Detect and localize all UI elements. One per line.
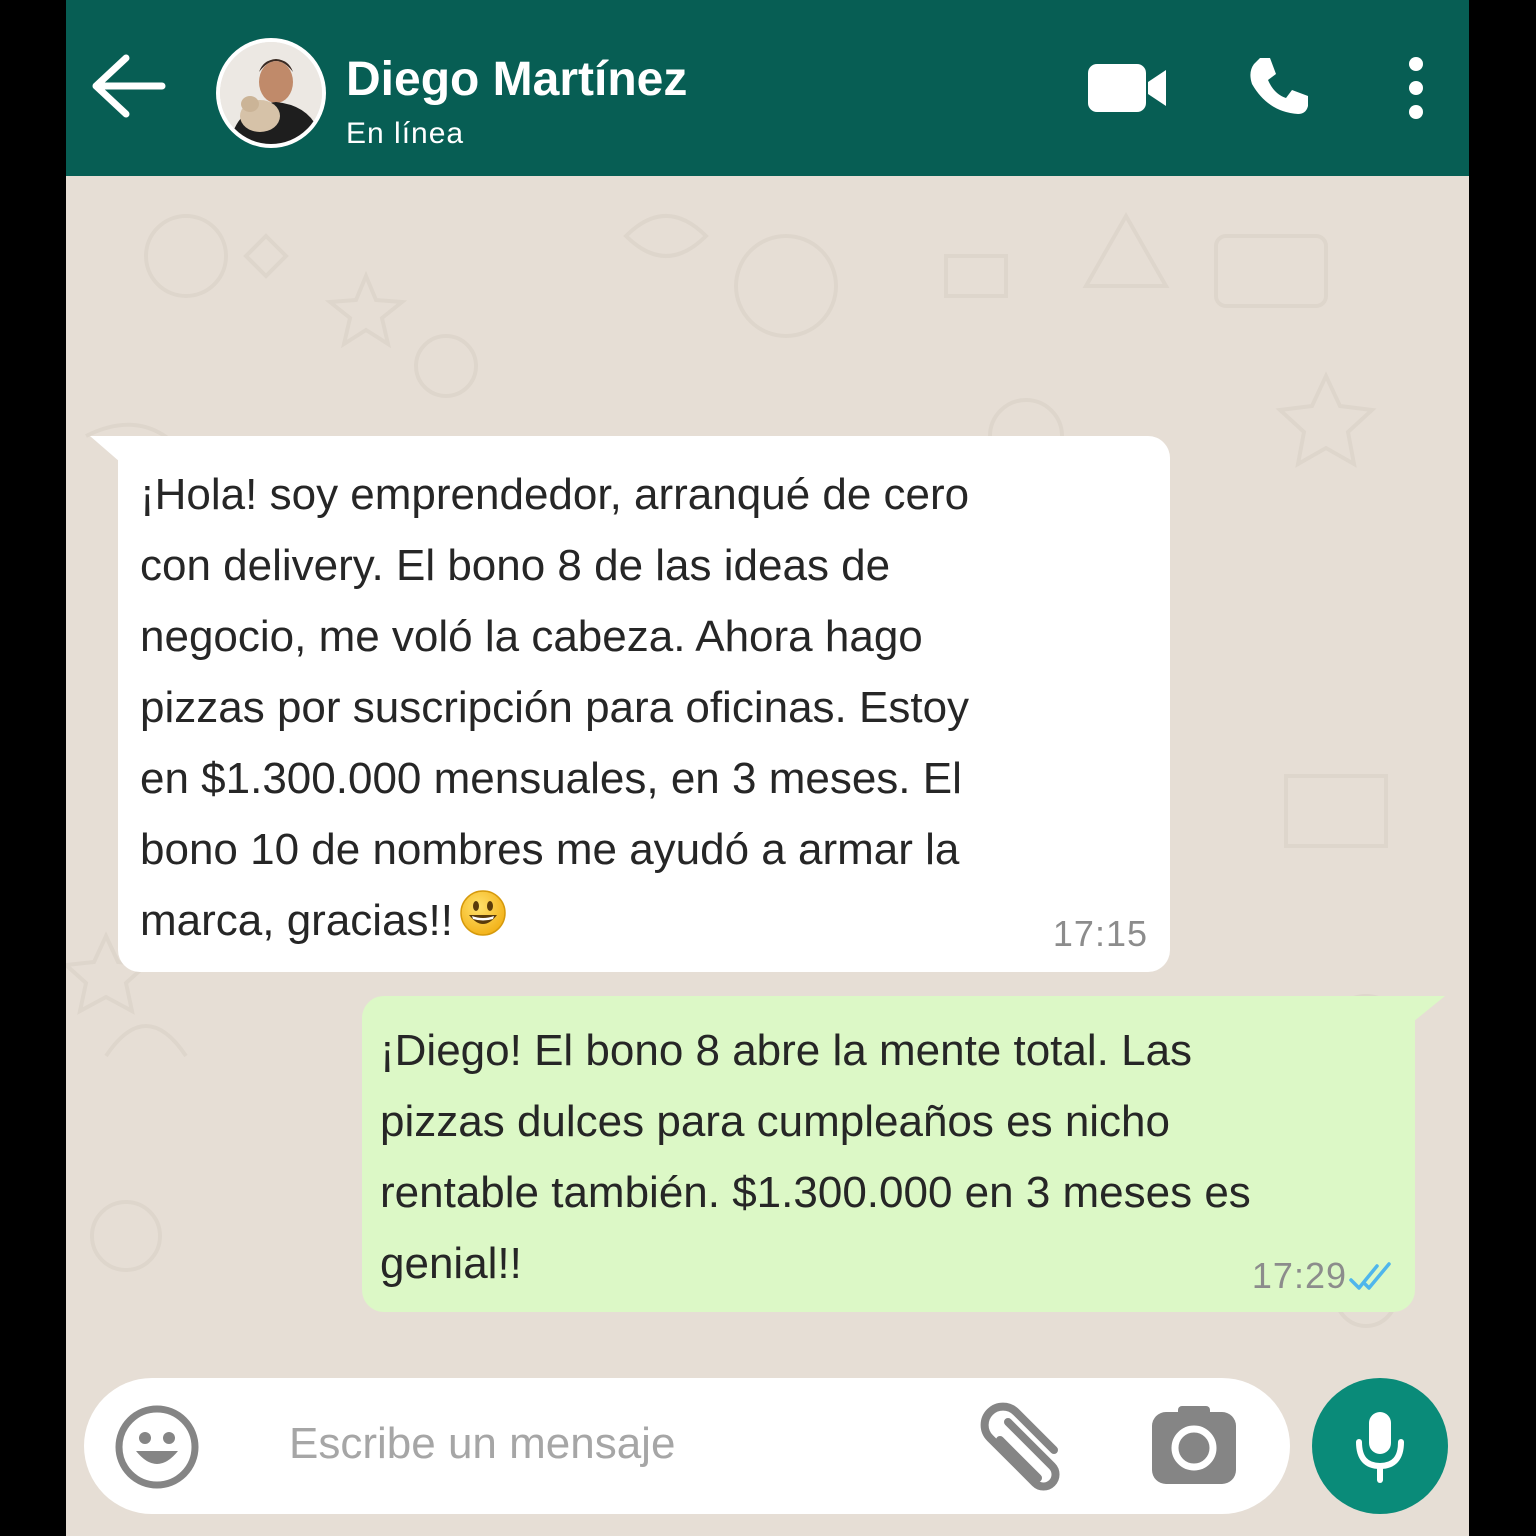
contact-status: En línea (346, 117, 465, 150)
incoming-message[interactable]: ¡Hola! soy emprendedor, arranqué de cero… (118, 436, 1170, 972)
microphone-icon (1356, 1412, 1404, 1483)
bubble-tail (1413, 996, 1445, 1022)
video-camera-icon[interactable] (1086, 58, 1172, 118)
avatar-photo (220, 42, 322, 144)
chat-screen: Diego Martínez En línea ¡Hola! soy empre… (66, 0, 1469, 1536)
more-vertical-icon[interactable] (1396, 56, 1436, 120)
message-time: 17:15 (1052, 913, 1148, 954)
bubble-tail (90, 436, 120, 462)
microphone-button[interactable] (1312, 1378, 1448, 1514)
message-placeholder: Escribe un mensaje (289, 1419, 676, 1468)
chat-header: Diego Martínez En línea (66, 0, 1469, 176)
outgoing-message[interactable]: ¡Diego! El bono 8 abre la mente total. L… (362, 996, 1415, 1312)
message-text: ¡Hola! soy emprendedor, arranqué de cero… (140, 470, 970, 945)
emoji-icon[interactable] (114, 1404, 200, 1490)
message-text: ¡Diego! El bono 8 abre la mente total. L… (380, 1026, 1251, 1288)
contact-name[interactable]: Diego Martínez (346, 52, 687, 108)
phone-icon[interactable] (1246, 52, 1312, 118)
paperclip-icon[interactable] (972, 1400, 1072, 1500)
message-time: 17:29 (1251, 1255, 1347, 1296)
smiling-face-icon (460, 890, 506, 936)
message-input[interactable]: Escribe un mensaje (84, 1378, 1290, 1514)
camera-icon[interactable] (1150, 1404, 1238, 1488)
avatar[interactable] (216, 38, 326, 148)
arrow-left-icon[interactable] (88, 48, 168, 124)
double-check-read-icon (1349, 1262, 1391, 1290)
